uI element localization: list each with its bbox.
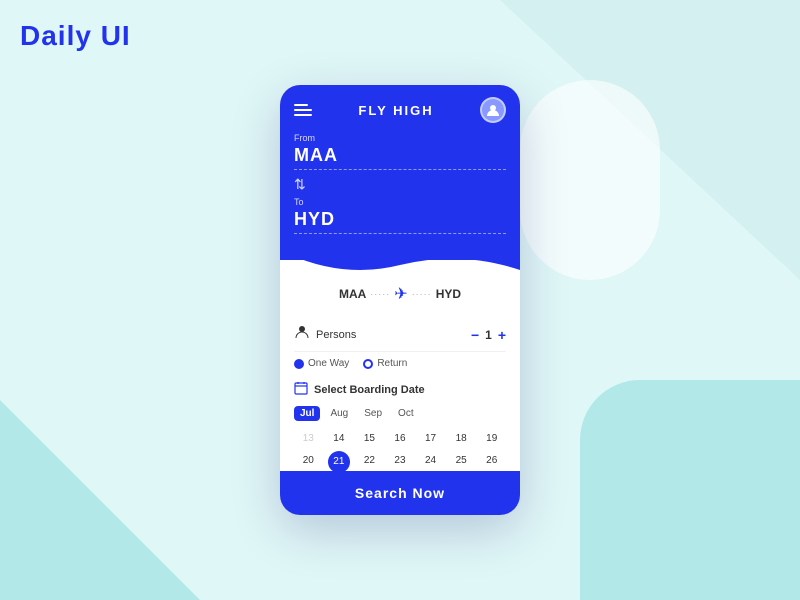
user-avatar[interactable] (480, 97, 506, 123)
bg-shape-bottom-left (0, 400, 200, 600)
cal-day-14[interactable]: 14 (325, 429, 354, 449)
persons-control: − 1 + (471, 327, 506, 343)
route-fields: From MAA ⇅ To HYD (294, 133, 506, 234)
cal-day-20[interactable]: 20 (294, 451, 323, 473)
cal-day-16[interactable]: 16 (386, 429, 415, 449)
cal-day-23[interactable]: 23 (386, 451, 415, 473)
month-jul[interactable]: Jul (294, 406, 320, 421)
plane-takeoff-icon: ✈ (394, 284, 407, 304)
logo-bold: UI (101, 20, 131, 51)
app-title: FLY HIGH (358, 103, 433, 118)
persons-count: 1 (485, 328, 492, 342)
cal-day-15[interactable]: 15 (355, 429, 384, 449)
hamburger-line-2 (294, 109, 312, 111)
bg-shape-bottom-right (580, 380, 800, 600)
phone-card: FLY HIGH From MAA ⇅ To HYD MAA ····· ✈ ·… (280, 85, 520, 515)
swap-icon[interactable]: ⇅ (294, 176, 506, 193)
trip-type-row: One Way Return (294, 352, 506, 377)
one-way-option[interactable]: One Way (294, 358, 349, 369)
calendar-title: Select Boarding Date (314, 384, 425, 396)
cal-day-18[interactable]: 18 (447, 429, 476, 449)
person-icon (294, 324, 310, 345)
hamburger-line-3 (294, 114, 312, 116)
phone-header: FLY HIGH From MAA ⇅ To HYD (280, 85, 520, 260)
month-tabs: Jul Aug Sep Oct (294, 406, 506, 421)
hamburger-menu[interactable] (294, 104, 312, 116)
return-option[interactable]: Return (363, 358, 407, 369)
return-label: Return (377, 358, 407, 369)
from-value[interactable]: MAA (294, 145, 506, 170)
cal-day-13[interactable]: 13 (294, 429, 323, 449)
logo-prefix: Daily (20, 20, 101, 51)
persons-label: Persons (316, 329, 465, 341)
persons-plus-button[interactable]: + (498, 327, 506, 343)
app-logo: Daily UI (20, 20, 131, 52)
return-radio (363, 359, 373, 369)
one-way-radio (294, 359, 304, 369)
persons-minus-button[interactable]: − (471, 327, 479, 343)
to-value[interactable]: HYD (294, 209, 506, 234)
cal-day-19[interactable]: 19 (477, 429, 506, 449)
search-now-button[interactable]: Search Now (280, 471, 520, 515)
calendar-header: Select Boarding Date (294, 381, 506, 398)
bg-white-shape (520, 80, 660, 280)
to-label: To (294, 197, 506, 207)
persons-row: Persons − 1 + (294, 318, 506, 352)
cal-day-24[interactable]: 24 (416, 451, 445, 473)
cal-day-17[interactable]: 17 (416, 429, 445, 449)
from-label: From (294, 133, 506, 143)
hamburger-line-1 (294, 104, 308, 106)
cal-day-21[interactable]: 21 (328, 451, 350, 473)
route-from-city: MAA (339, 287, 366, 301)
cal-day-26[interactable]: 26 (477, 451, 506, 473)
month-aug[interactable]: Aug (324, 406, 354, 421)
route-to-city: HYD (436, 287, 461, 301)
one-way-label: One Way (308, 358, 349, 369)
calendar-icon (294, 381, 308, 398)
cal-day-22[interactable]: 22 (355, 451, 384, 473)
route-visual: MAA ····· ✈ ····· HYD (280, 260, 520, 312)
month-sep[interactable]: Sep (358, 406, 388, 421)
cal-day-25[interactable]: 25 (447, 451, 476, 473)
month-oct[interactable]: Oct (392, 406, 420, 421)
header-top: FLY HIGH (294, 97, 506, 123)
